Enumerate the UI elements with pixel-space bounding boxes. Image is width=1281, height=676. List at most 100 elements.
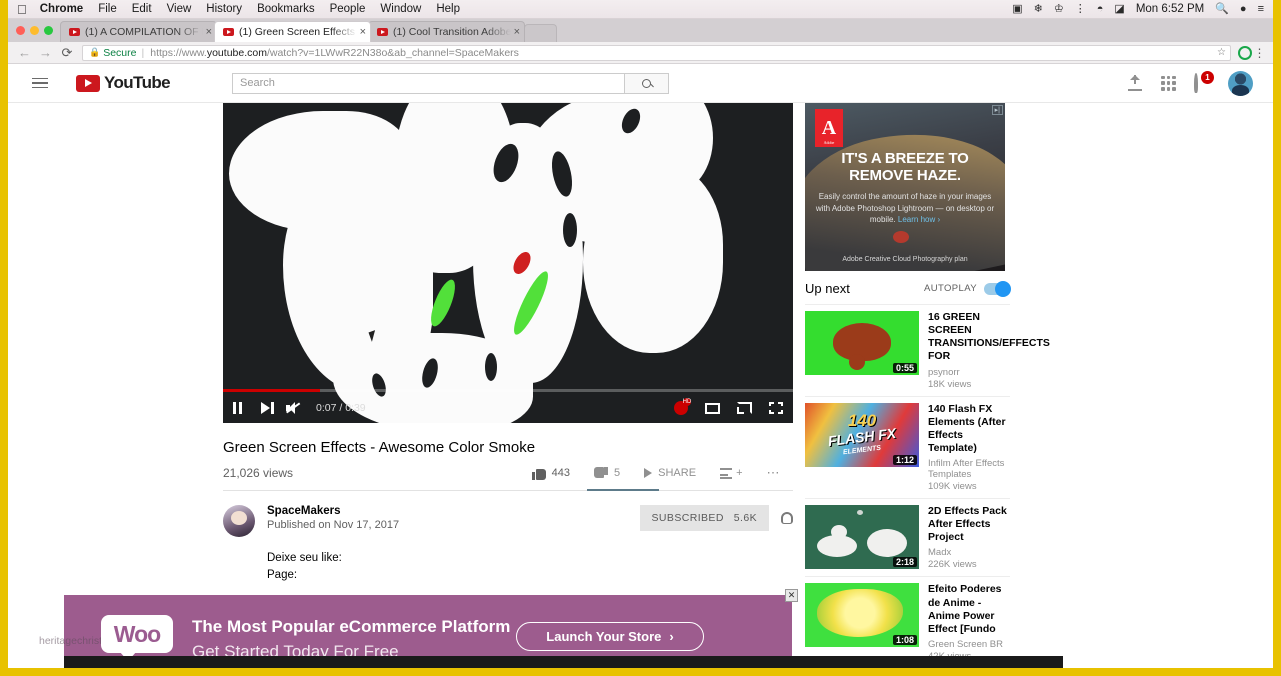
ad-learn-more-link[interactable]: Learn how › <box>898 215 940 224</box>
airplay-icon[interactable]: ◪ <box>1114 3 1124 15</box>
menu-view[interactable]: View <box>167 3 192 15</box>
forward-arrow-icon[interactable]: → <box>35 45 56 60</box>
menu-help[interactable]: Help <box>436 3 460 15</box>
video-title[interactable]: Efeito Poderes de Anime - Anime Power Ef… <box>928 583 1010 636</box>
video-thumbnail[interactable]: 140 FLASH FX ELEMENTS 1:12 <box>805 402 919 467</box>
maximize-window-button[interactable] <box>44 26 53 35</box>
shortcuts-icon[interactable]: ⋮ <box>1075 3 1086 15</box>
browser-tab-2[interactable]: (1) Green Screen Effects - Aw × <box>214 21 371 42</box>
avatar[interactable] <box>1228 70 1253 96</box>
video-channel[interactable]: Green Screen BR <box>928 639 1010 650</box>
page-content: 0:07 / 0:39 HD Green Screen Effects - Aw… <box>8 103 1273 668</box>
autoplay-toggle[interactable] <box>984 280 1011 297</box>
up-next-label: Up next <box>805 281 850 296</box>
dropbox-icon[interactable]: ❄ <box>1034 3 1043 15</box>
menu-chrome[interactable]: Chrome <box>40 3 83 15</box>
menu-history[interactable]: History <box>206 3 242 15</box>
browser-tab-3[interactable]: (1) Cool Transition Adobe Afte × <box>368 21 525 42</box>
video-channel[interactable]: Madx <box>928 547 1010 558</box>
subscriber-count: 5.6K <box>733 512 757 524</box>
search-button[interactable] <box>625 72 669 94</box>
browser-tab-1[interactable]: (1) A COMPILATION OF BEAU × <box>60 21 217 42</box>
menu-bookmarks[interactable]: Bookmarks <box>257 3 315 15</box>
window-controls[interactable] <box>14 19 60 42</box>
video-title[interactable]: 16 GREEN SCREEN TRANSITIONS/EFFECTS FOR <box>928 311 1050 364</box>
youtube-logo[interactable]: YouTube <box>76 73 171 93</box>
video-thumbnail[interactable]: 2:18 <box>805 505 919 569</box>
list-item[interactable]: 2:18 2D Effects Pack After Effects Proje… <box>805 498 1010 576</box>
video-meta: 140 Flash FX Elements (After Effects Tem… <box>928 403 1010 493</box>
tab-close-icon[interactable]: × <box>514 26 520 38</box>
chrome-menu-icon[interactable]: ⋮ <box>1252 46 1267 60</box>
channel-name[interactable]: SpaceMakers <box>267 505 399 517</box>
siri-icon[interactable]: ● <box>1240 3 1247 15</box>
upload-icon[interactable] <box>1127 75 1143 91</box>
autoplay-control[interactable]: AUTOPLAY <box>924 280 1011 297</box>
youtube-icon <box>69 28 80 36</box>
menu-people[interactable]: People <box>330 3 366 15</box>
address-bar[interactable]: 🔒 Secure | https://www. youtube.com/watch… <box>82 44 1231 61</box>
video-title[interactable]: 2D Effects Pack After Effects Project <box>928 505 1010 544</box>
next-video-icon[interactable] <box>261 402 274 414</box>
subscribed-button[interactable]: SUBSCRIBED 5.6K <box>639 505 769 531</box>
publish-date: Published on Nov 17, 2017 <box>267 519 400 531</box>
tab-close-icon[interactable]: × <box>206 26 212 38</box>
chromecast-icon[interactable] <box>737 402 752 414</box>
like-button[interactable]: 443 <box>520 467 582 480</box>
close-icon[interactable]: ✕ <box>785 589 798 602</box>
pause-icon[interactable] <box>233 402 245 414</box>
list-item[interactable]: 0:55 16 GREEN SCREEN TRANSITIONS/EFFECTS… <box>805 304 1050 396</box>
ad-choices-icon[interactable]: ▸| <box>991 105 1003 115</box>
apple-icon[interactable]:  <box>17 3 27 16</box>
tab-title: (1) Green Screen Effects - Aw <box>239 26 357 38</box>
back-arrow-icon[interactable]: ← <box>14 45 35 60</box>
progress-bar[interactable] <box>223 389 793 392</box>
sidebar: ▸| A Adobe IT'S A BREEZE TO REMOVE HAZE.… <box>805 103 1050 668</box>
search-icon <box>642 78 651 88</box>
list-item[interactable]: 140 FLASH FX ELEMENTS 1:12 140 Flash FX El… <box>805 395 1010 499</box>
cta-label: Launch Your Store <box>546 629 662 644</box>
notification-center-icon[interactable]: ≡ <box>1258 3 1264 15</box>
video-channel[interactable]: psynorr <box>928 367 1010 378</box>
close-window-button[interactable] <box>16 26 25 35</box>
save-button[interactable]: + <box>708 467 754 479</box>
notifications-button[interactable]: 1 <box>1194 71 1214 93</box>
tab-close-icon[interactable]: × <box>360 26 366 38</box>
bookmark-star-icon[interactable]: ☆ <box>1209 47 1226 58</box>
video-views: 109K views <box>928 481 977 492</box>
dislike-button[interactable]: 5 <box>582 466 632 480</box>
settings-gear-icon[interactable]: HD <box>674 398 691 415</box>
video-title[interactable]: 140 Flash FX Elements (After Effects Tem… <box>928 403 1010 456</box>
search-area: Search <box>232 72 669 94</box>
fullscreen-icon[interactable] <box>769 402 783 414</box>
video-thumbnail[interactable]: 1:08 <box>805 583 919 648</box>
menu-clock[interactable]: Mon 6:52 PM <box>1136 3 1204 15</box>
video-channel[interactable]: Infilm After Effects Templates <box>928 458 1010 480</box>
video-player[interactable]: 0:07 / 0:39 HD <box>223 103 793 423</box>
screen-recorder-icon[interactable]: ▣ <box>1012 3 1022 15</box>
more-actions-button[interactable]: ⋯ <box>755 465 794 481</box>
channel-avatar[interactable] <box>223 505 255 537</box>
menu-edit[interactable]: Edit <box>132 3 152 15</box>
search-icon[interactable]: 🔍 <box>1215 3 1229 15</box>
notification-bell-icon[interactable] <box>781 512 793 524</box>
extension-icon[interactable] <box>1238 45 1252 60</box>
wifi-icon[interactable]: ◓ <box>1097 3 1104 15</box>
mute-icon[interactable] <box>286 402 300 414</box>
sidebar-advertisement[interactable]: ▸| A Adobe IT'S A BREEZE TO REMOVE HAZE.… <box>805 103 1005 271</box>
miniplayer-icon[interactable] <box>705 402 720 414</box>
hamburger-menu-icon[interactable] <box>32 77 56 89</box>
menu-window[interactable]: Window <box>380 3 421 15</box>
menu-file[interactable]: File <box>98 3 117 15</box>
apps-grid-icon[interactable] <box>1161 75 1176 91</box>
ad-footer: Adobe Creative Cloud Photography plan <box>842 256 968 263</box>
search-input[interactable]: Search <box>232 72 625 94</box>
reload-icon[interactable]: ⟳ <box>56 45 78 61</box>
share-button[interactable]: SHARE <box>632 467 708 479</box>
evernote-icon[interactable]: ♔ <box>1054 3 1064 15</box>
video-thumbnail[interactable]: 0:55 <box>805 311 919 375</box>
launch-store-button[interactable]: Launch Your Store › <box>516 622 704 651</box>
minimize-window-button[interactable] <box>30 26 39 35</box>
list-item[interactable]: 1:08 Efeito Poderes de Anime - Anime Pow… <box>805 576 1010 668</box>
new-tab-button[interactable] <box>524 24 557 42</box>
